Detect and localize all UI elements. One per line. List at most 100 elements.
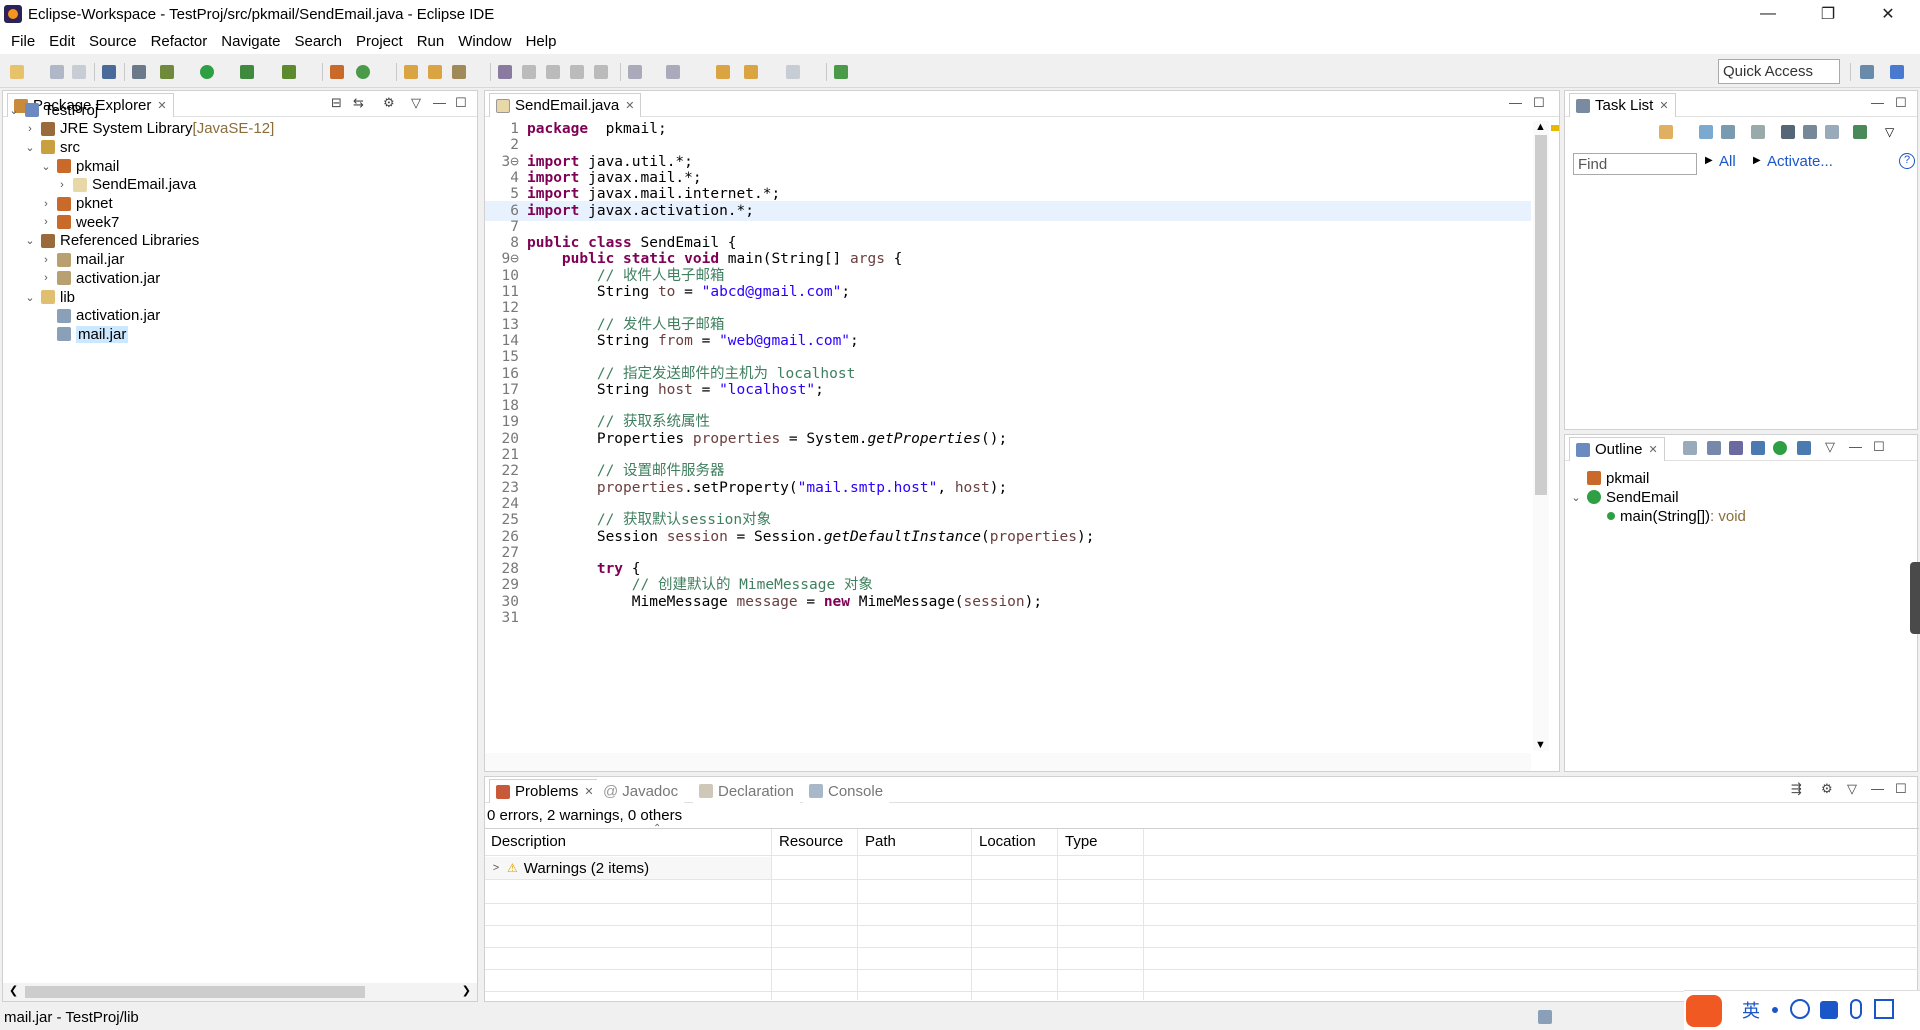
maximize-view-icon[interactable]: ☐ (1895, 95, 1907, 111)
view-menu-icon[interactable]: ⚙ (383, 95, 395, 111)
table-row[interactable]: > ⚠ Warnings (2 items) (485, 857, 771, 879)
chevron-down-icon[interactable]: ⌄ (23, 234, 37, 247)
close-icon[interactable]: ✕ (157, 99, 166, 112)
sort-icon[interactable] (1707, 441, 1721, 455)
last-edit-location-icon[interactable] (716, 65, 730, 79)
forward-icon[interactable] (786, 65, 800, 79)
minimize-view-icon[interactable]: — (1509, 95, 1522, 110)
restore-button[interactable]: ❐ (1800, 0, 1856, 28)
paragraph-icon[interactable] (594, 65, 608, 79)
scroll-down-icon[interactable]: ▼ (1535, 739, 1546, 751)
activate-link[interactable]: Activate... (1767, 153, 1833, 170)
toolbox-icon[interactable] (1874, 999, 1894, 1019)
menu-refactor[interactable]: Refactor (144, 33, 215, 50)
column-location[interactable]: Location (979, 833, 1036, 850)
coverage-icon[interactable] (240, 65, 254, 79)
column-type[interactable]: Type (1065, 833, 1098, 850)
column-path[interactable]: Path (865, 833, 896, 850)
chevron-down-icon[interactable]: ⌄ (7, 104, 21, 117)
close-icon[interactable]: ✕ (1659, 99, 1668, 112)
all-link[interactable]: All (1719, 153, 1736, 170)
tab-problems[interactable]: Problems ✕ (489, 779, 601, 803)
column-description[interactable]: Description (491, 833, 566, 850)
chevron-down-icon[interactable]: ⌄ (1569, 491, 1583, 504)
hide-local-types-icon[interactable] (1797, 441, 1811, 455)
terminal-icon[interactable] (102, 65, 116, 79)
chevron-down-icon[interactable]: ⌄ (39, 160, 53, 173)
chevron-down-icon[interactable]: ⌄ (23, 141, 37, 154)
menu-window[interactable]: Window (451, 33, 518, 50)
collapse-all-icon[interactable] (1825, 125, 1839, 139)
hide-non-public-icon[interactable] (1773, 441, 1787, 455)
toggle-mark-occurrences-icon[interactable] (498, 65, 512, 79)
menu-project[interactable]: Project (349, 33, 410, 50)
skip-breakpoints-icon[interactable] (132, 65, 146, 79)
previous-annotation-icon[interactable] (666, 65, 680, 79)
chevron-right-icon[interactable]: > (489, 862, 503, 874)
next-annotation-icon[interactable] (628, 65, 642, 79)
code-editor[interactable]: 1 package pkmail; 2 3⊖ import java.util.*; 4 i… (485, 117, 1531, 749)
menu-file[interactable]: File (4, 33, 42, 50)
focus-icon[interactable] (1751, 125, 1765, 139)
back-icon[interactable] (744, 65, 758, 79)
sogou-icon[interactable] (1686, 995, 1722, 1027)
categorize-icon[interactable] (1699, 125, 1713, 139)
tree-item[interactable]: main(String[]) : void (1589, 505, 1746, 527)
minimize-view-icon[interactable]: — (1849, 439, 1862, 454)
chevron-right-icon[interactable]: › (39, 272, 53, 284)
menu-search[interactable]: Search (287, 33, 349, 50)
new-task-icon[interactable] (1659, 125, 1673, 139)
new-java-package-icon[interactable] (330, 65, 344, 79)
collapse-all-icon[interactable]: ⊟ (331, 95, 342, 111)
minimize-view-icon[interactable]: — (1871, 781, 1884, 796)
maximize-view-icon[interactable]: ☐ (1895, 781, 1907, 797)
minimize-button[interactable]: — (1740, 0, 1796, 28)
new-icon[interactable] (10, 65, 24, 79)
synchronize-icon[interactable] (1853, 125, 1867, 139)
warning-marker[interactable] (1551, 125, 1559, 131)
pin-editor-icon[interactable] (834, 65, 848, 79)
scroll-right-icon[interactable]: ❯ (462, 984, 471, 997)
help-icon[interactable]: ? (1899, 153, 1915, 169)
vertical-scrollbar[interactable]: ▲ ▼ (1533, 121, 1549, 751)
show-whitespace-icon[interactable] (570, 65, 584, 79)
chevron-right-icon[interactable]: › (39, 216, 53, 228)
column-resource[interactable]: Resource (779, 833, 843, 850)
chevron-right-icon[interactable]: › (23, 123, 37, 135)
quick-access-input[interactable]: Quick Access (1718, 59, 1840, 84)
horizontal-scrollbar[interactable]: ❮ ❯ (3, 983, 477, 1001)
maximize-view-icon[interactable]: ☐ (1873, 439, 1885, 455)
tab-outline[interactable]: Outline ✕ (1569, 437, 1665, 461)
view-menu-chevron-icon[interactable]: ▽ (1885, 125, 1894, 139)
save-all-icon[interactable] (72, 65, 86, 79)
collapse-all-icon[interactable] (1683, 441, 1697, 455)
save-icon[interactable] (50, 65, 64, 79)
maximize-view-icon[interactable]: ☐ (455, 95, 467, 111)
chevron-down-icon[interactable]: ⌄ (23, 291, 37, 304)
menu-navigate[interactable]: Navigate (214, 33, 287, 50)
open-task-icon[interactable] (428, 65, 442, 79)
scroll-up-icon[interactable]: ▲ (1535, 121, 1546, 133)
close-icon[interactable]: ✕ (584, 785, 593, 798)
chevron-right-icon[interactable]: › (39, 254, 53, 266)
close-button[interactable]: ✕ (1860, 0, 1916, 28)
external-tools-icon[interactable] (282, 65, 296, 79)
side-panel-handle[interactable] (1910, 562, 1920, 634)
tab-task-list[interactable]: Task List ✕ (1569, 93, 1676, 117)
status-icon[interactable] (1538, 1010, 1552, 1024)
chevron-right-icon[interactable]: › (55, 179, 69, 191)
menu-run[interactable]: Run (410, 33, 452, 50)
maximize-view-icon[interactable]: ☐ (1533, 95, 1545, 111)
tree-item[interactable]: mail.jar (39, 323, 129, 345)
view-menu-chevron-icon[interactable]: ▽ (1847, 781, 1857, 797)
view-menu-chevron-icon[interactable]: ▽ (1825, 439, 1835, 455)
view-menu-chevron-icon[interactable]: ▽ (411, 95, 421, 111)
tab-declaration[interactable]: Declaration (693, 779, 800, 803)
scheduled-icon[interactable] (1721, 125, 1735, 139)
debug-icon[interactable] (160, 65, 174, 79)
view-menu-icon[interactable]: ⚙ (1821, 781, 1833, 797)
code-line[interactable]: 31 (485, 608, 1531, 628)
ime-language-label[interactable]: 英 (1742, 997, 1760, 1023)
punctuation-icon[interactable] (1772, 1007, 1778, 1013)
filter-icon[interactable] (1803, 125, 1817, 139)
